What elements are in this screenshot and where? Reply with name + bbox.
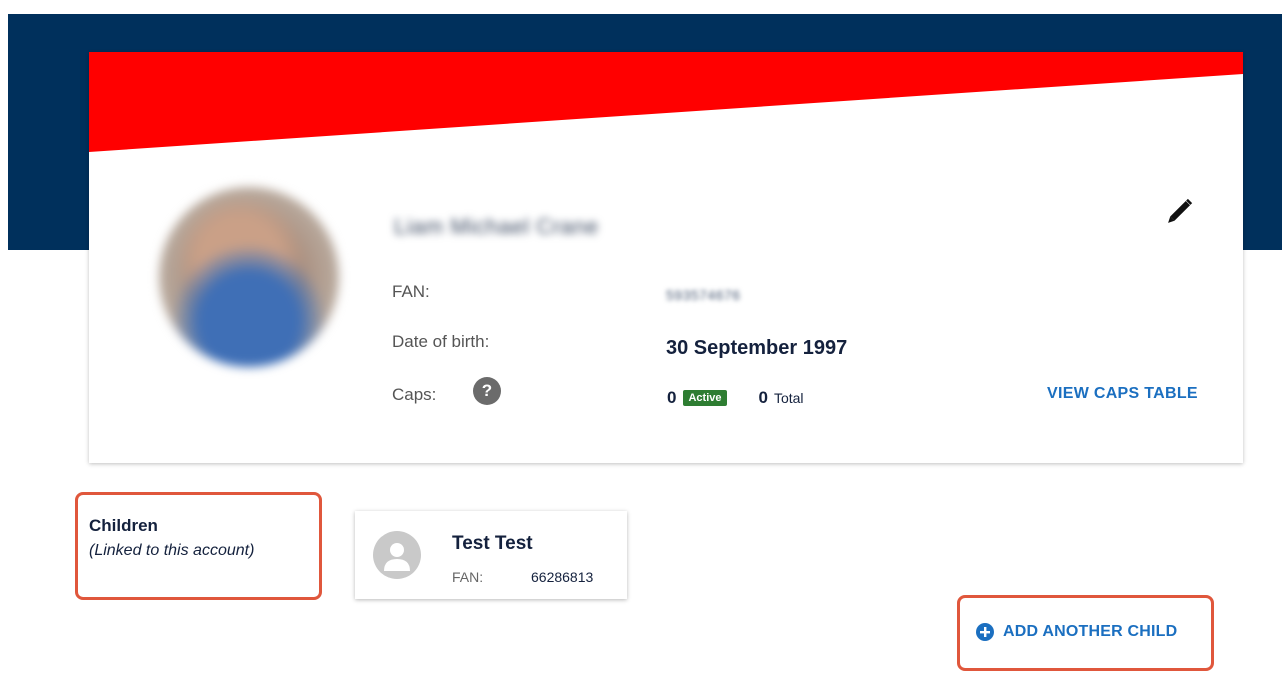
total-caps-label: Total — [773, 390, 804, 406]
caps-label: Caps: — [392, 385, 437, 404]
caps-help-icon[interactable]: ? — [473, 377, 501, 405]
children-subtitle: (Linked to this account) — [89, 542, 255, 559]
person-icon — [373, 531, 421, 579]
child-card[interactable]: Test Test FAN: 66286813 — [355, 511, 627, 599]
child-name: Test Test — [452, 533, 533, 554]
plus-circle-icon — [976, 623, 994, 641]
dob-value: 30 September 1997 — [666, 337, 848, 359]
dob-label: Date of birth: — [392, 332, 490, 351]
active-badge: Active — [683, 390, 727, 406]
active-caps-count: 0 — [667, 388, 677, 407]
children-title: Children — [89, 516, 158, 535]
profile-avatar — [159, 187, 339, 367]
red-banner — [89, 52, 1243, 152]
total-caps-count: 0 — [758, 388, 768, 407]
pencil-icon — [1168, 198, 1193, 223]
child-fan-label: FAN: — [452, 569, 484, 585]
fan-label: FAN: — [392, 282, 430, 301]
view-caps-table-link[interactable]: VIEW CAPS TABLE — [1047, 385, 1198, 403]
profile-name: Liam Michael Crane — [394, 214, 599, 239]
edit-profile-button[interactable] — [1159, 194, 1197, 232]
caps-summary: 0 Active 0 Total — [667, 388, 804, 408]
add-another-child-label: ADD ANOTHER CHILD — [1003, 623, 1178, 640]
fan-value: 593574676 — [666, 287, 741, 303]
add-another-child-button[interactable]: ADD ANOTHER CHILD — [975, 622, 1177, 642]
profile-card: Liam Michael Crane FAN: Date of birth: C… — [89, 52, 1243, 463]
child-fan-value: 66286813 — [531, 569, 594, 585]
